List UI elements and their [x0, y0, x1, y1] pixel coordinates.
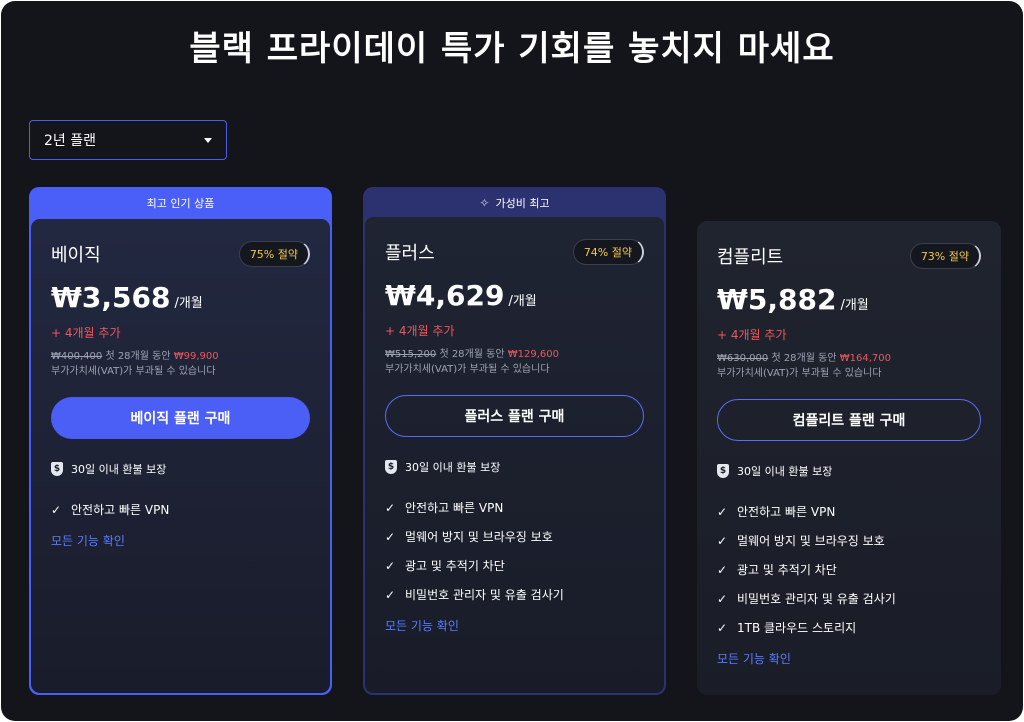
vat-note: 부가가치세(VAT)가 부과될 수 있습니다: [717, 368, 882, 379]
discounted-total: ₩129,600: [507, 349, 559, 360]
check-icon: ✓: [717, 504, 728, 519]
feature-label: 안전하고 빠른 VPN: [405, 501, 504, 515]
discount-badge: 75% 절약: [238, 241, 310, 267]
refund-guarantee: $ 30일 이내 환불 보장: [717, 463, 981, 479]
check-icon: ✓: [717, 533, 728, 548]
check-icon: ✓: [717, 591, 728, 606]
vat-note: 부가가치세(VAT)가 부과될 수 있습니다: [385, 364, 550, 375]
check-icon: ✓: [717, 620, 728, 635]
feature-item: ✓ 안전하고 빠른 VPN: [717, 497, 981, 526]
discount-badge: 73% 절약: [909, 243, 981, 269]
feature-item: ✓ 멀웨어 방지 및 브라우징 보호: [385, 522, 644, 551]
feature-item: ✓ 광고 및 추적기 차단: [385, 551, 644, 580]
feature-label: 비밀번호 관리자 및 유출 검사기: [405, 588, 564, 602]
feature-item: ✓ 1TB 클라우드 스토리지: [717, 613, 981, 642]
value-banner: ✧ 가성비 최고: [363, 187, 666, 219]
billing-details: ₩400,400 첫 28개월 동안 ₩99,900 부가가치세(VAT)가 부…: [51, 349, 310, 379]
sparkle-icon: ✧: [479, 196, 490, 210]
bonus-months: + 4개월 추가: [717, 328, 787, 342]
chevron-down-icon: [204, 137, 212, 143]
check-icon: ✓: [717, 562, 728, 577]
check-icon: ✓: [385, 500, 396, 515]
bonus-months: + 4개월 추가: [51, 326, 121, 340]
plan-duration-select[interactable]: 2년 플랜: [29, 120, 227, 160]
bonus-months: + 4개월 추가: [385, 324, 455, 338]
billing-period: 첫 28개월 동안: [439, 349, 505, 360]
plan-duration-value: 2년 플랜: [44, 133, 96, 149]
feature-item: ✓ 비밀번호 관리자 및 유출 검사기: [385, 580, 644, 609]
guarantee-label: 30일 이내 환불 보장: [71, 463, 167, 476]
check-icon: ✓: [385, 558, 396, 573]
feature-label: 광고 및 추적기 차단: [405, 559, 505, 573]
popular-banner: 최고 인기 상품: [29, 187, 332, 219]
buy-basic-button[interactable]: 베이직 플랜 구매: [51, 397, 310, 439]
price-period: /개월: [508, 294, 537, 309]
price-period: /개월: [174, 296, 203, 311]
banner-label: 최고 인기 상품: [146, 197, 215, 210]
check-icon: ✓: [51, 502, 62, 517]
guarantee-label: 30일 이내 환불 보장: [405, 461, 501, 474]
plan-card-body: 플러스 74% 절약 ₩4,629 /개월 + 4개월 추가 ₩515,200 …: [365, 217, 664, 693]
feature-item: ✓ 안전하고 빠른 VPN: [385, 493, 644, 522]
feature-label: 멀웨어 방지 및 브라우징 보호: [737, 534, 885, 548]
feature-item: ✓ 멀웨어 방지 및 브라우징 보호: [717, 526, 981, 555]
feature-label: 비밀번호 관리자 및 유출 검사기: [737, 592, 896, 606]
feature-list: ✓ 안전하고 빠른 VPN ✓ 멀웨어 방지 및 브라우징 보호 ✓ 광고 및 추적기…: [717, 497, 981, 642]
feature-item: ✓ 안전하고 빠른 VPN: [51, 495, 310, 524]
original-price: ₩515,200: [385, 349, 437, 360]
feature-label: 안전하고 빠른 VPN: [71, 503, 170, 517]
check-icon: ✓: [385, 587, 396, 602]
plan-card-basic: 최고 인기 상품 베이직 75% 절약 ₩3,568 /개월 + 4개월 추가 …: [29, 187, 332, 695]
banner-label: 가성비 최고: [495, 197, 550, 210]
billing-details: ₩630,000 첫 28개월 동안 ₩164,700 부가가치세(VAT)가 …: [717, 351, 981, 381]
shield-dollar-icon: $: [717, 464, 729, 478]
feature-item: ✓ 비밀번호 관리자 및 유출 검사기: [717, 584, 981, 613]
shield-dollar-icon: $: [51, 462, 63, 476]
billing-period: 첫 28개월 동안: [771, 353, 837, 364]
plan-card-complete: 컴플리트 73% 절약 ₩5,882 /개월 + 4개월 추가 ₩630,000…: [697, 221, 1001, 695]
refund-guarantee: $ 30일 이내 환불 보장: [51, 461, 310, 477]
price-row: ₩4,629 /개월: [385, 279, 644, 312]
feature-label: 광고 및 추적기 차단: [737, 563, 837, 577]
price-row: ₩3,568 /개월: [51, 281, 310, 314]
feature-list: ✓ 안전하고 빠른 VPN: [51, 495, 310, 524]
shield-dollar-icon: $: [385, 460, 397, 474]
original-price: ₩400,400: [51, 351, 103, 362]
guarantee-label: 30일 이내 환불 보장: [737, 465, 833, 478]
discount-badge: 74% 절약: [572, 239, 644, 265]
monthly-price: ₩3,568: [51, 281, 171, 314]
monthly-price: ₩5,882: [717, 283, 837, 316]
see-all-features-link[interactable]: 모든 기능 확인: [717, 650, 981, 667]
page-title: 블랙 프라이데이 특가 기회를 놓치지 마세요: [189, 29, 835, 69]
discounted-total: ₩164,700: [839, 353, 891, 364]
billing-period: 첫 28개월 동안: [105, 351, 171, 362]
check-icon: ✓: [385, 529, 396, 544]
feature-list: ✓ 안전하고 빠른 VPN ✓ 멀웨어 방지 및 브라우징 보호 ✓ 광고 및 추적기…: [385, 493, 644, 609]
monthly-price: ₩4,629: [385, 279, 505, 312]
plan-card-body: 컴플리트 73% 절약 ₩5,882 /개월 + 4개월 추가 ₩630,000…: [697, 221, 1001, 695]
feature-label: 멀웨어 방지 및 브라우징 보호: [405, 530, 553, 544]
price-period: /개월: [840, 298, 869, 313]
discounted-total: ₩99,900: [173, 351, 219, 362]
buy-complete-button[interactable]: 컴플리트 플랜 구매: [717, 399, 981, 441]
page-frame: 블랙 프라이데이 특가 기회를 놓치지 마세요 2년 플랜 최고 인기 상품 베…: [1, 1, 1023, 721]
feature-item: ✓ 광고 및 추적기 차단: [717, 555, 981, 584]
refund-guarantee: $ 30일 이내 환불 보장: [385, 459, 644, 475]
vat-note: 부가가치세(VAT)가 부과될 수 있습니다: [51, 366, 216, 377]
billing-details: ₩515,200 첫 28개월 동안 ₩129,600 부가가치세(VAT)가 …: [385, 347, 644, 377]
feature-label: 안전하고 빠른 VPN: [737, 505, 836, 519]
feature-label: 1TB 클라우드 스토리지: [737, 621, 857, 635]
plan-card-plus: ✧ 가성비 최고 플러스 74% 절약 ₩4,629 /개월 + 4개월 추가 …: [363, 187, 666, 695]
price-row: ₩5,882 /개월: [717, 283, 981, 316]
buy-plus-button[interactable]: 플러스 플랜 구매: [385, 395, 644, 437]
see-all-features-link[interactable]: 모든 기능 확인: [385, 617, 644, 634]
see-all-features-link[interactable]: 모든 기능 확인: [51, 532, 310, 549]
plan-card-body: 베이직 75% 절약 ₩3,568 /개월 + 4개월 추가 ₩400,400 …: [31, 219, 330, 693]
original-price: ₩630,000: [717, 353, 769, 364]
